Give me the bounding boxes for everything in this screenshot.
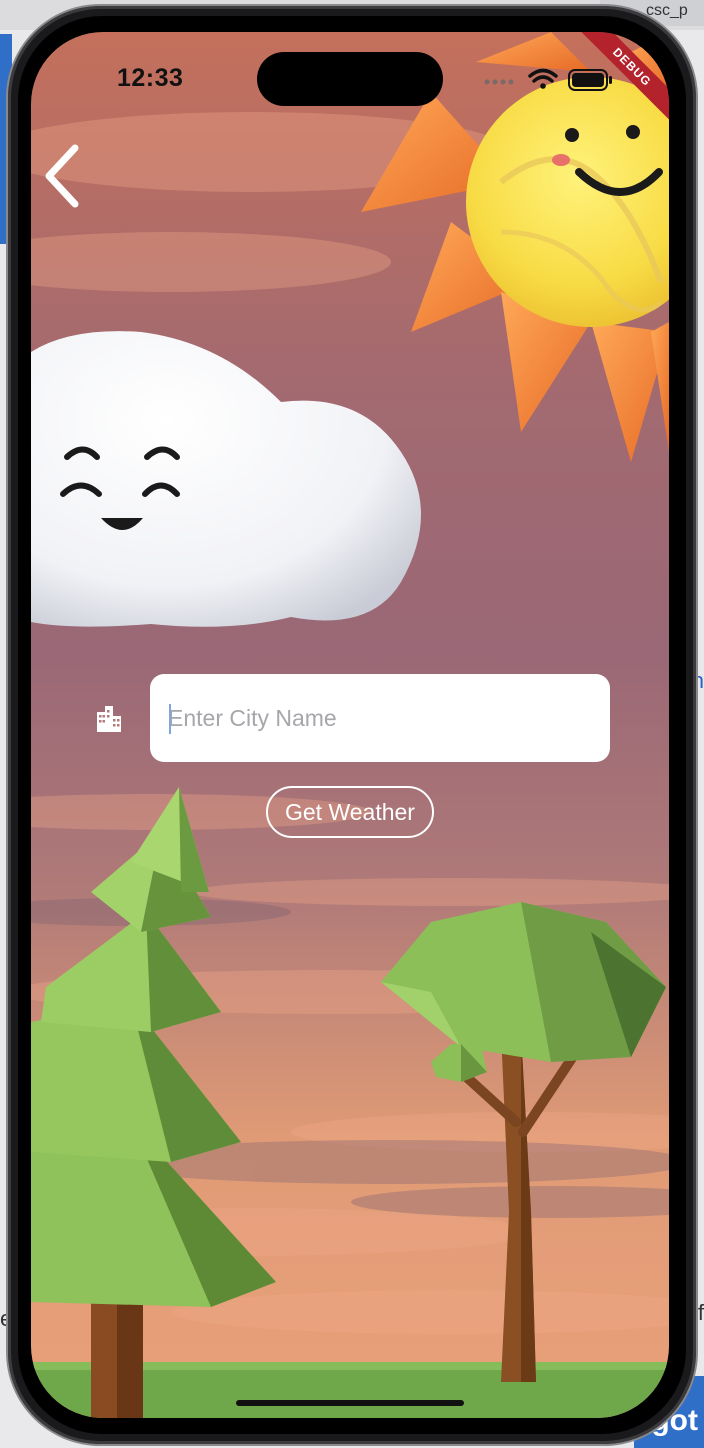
city-search-row <box>89 674 610 762</box>
city-name-input[interactable] <box>150 674 610 762</box>
text-cursor <box>169 704 171 734</box>
battery-icon <box>568 69 612 91</box>
dynamic-island <box>257 52 443 106</box>
city-buildings-icon <box>97 706 121 732</box>
desktop-text-fragment: f <box>697 1300 704 1325</box>
signal-icon <box>484 79 514 85</box>
back-button[interactable] <box>37 136 97 216</box>
chevron-left-icon <box>45 144 79 208</box>
app-screen: 12:33 DEBUG Enter City Name Get Weather <box>31 32 669 1418</box>
get-weather-button[interactable]: Get Weather <box>266 786 434 838</box>
wifi-icon <box>528 68 558 89</box>
status-bar-time: 12:33 <box>117 64 184 92</box>
home-indicator[interactable] <box>236 1400 464 1406</box>
desktop-tab-label: csc_p <box>646 2 688 19</box>
